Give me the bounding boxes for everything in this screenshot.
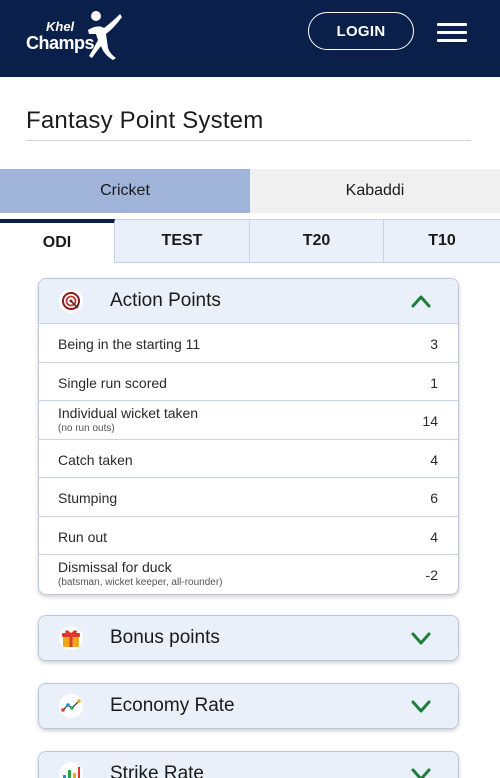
- row-value: 4: [430, 451, 438, 468]
- top-header: Khel Champs LOGIN: [0, 0, 500, 77]
- action-points-card: Action Points Being in the starting 11 3…: [38, 278, 459, 595]
- action-points-header[interactable]: Action Points: [39, 279, 458, 323]
- strike-rate-header[interactable]: Strike Rate: [39, 752, 458, 778]
- chevron-down-icon[interactable]: [411, 765, 431, 778]
- strike-rate-card[interactable]: Strike Rate: [38, 751, 459, 778]
- list-item: Being in the starting 11 3: [39, 324, 458, 363]
- row-value: 6: [430, 490, 438, 506]
- row-sublabel: (no run outs): [58, 423, 115, 434]
- trend-line-icon: [59, 694, 83, 718]
- row-value: 3: [430, 336, 438, 352]
- tab-cricket[interactable]: Cricket: [0, 169, 250, 213]
- row-label: Stumping: [58, 490, 118, 506]
- row-label: Run out: [58, 528, 108, 545]
- sport-tabs: Cricket Kabaddi: [0, 169, 500, 213]
- bonus-points-header[interactable]: Bonus points: [39, 616, 458, 660]
- format-tabs: ODI TEST T20 T10: [0, 219, 500, 263]
- row-label: Individual wicket taken: [58, 405, 199, 421]
- row-value: 1: [430, 374, 438, 391]
- list-item: Single run scored 1: [39, 363, 458, 401]
- page-title: Fantasy Point System: [26, 107, 264, 134]
- tab-test[interactable]: TEST: [115, 219, 250, 263]
- bar-chart-icon: [59, 762, 83, 778]
- tab-odi[interactable]: ODI: [0, 219, 115, 263]
- tab-kabaddi[interactable]: Kabaddi: [250, 169, 500, 213]
- list-item: Individual wicket taken (no run outs) 14: [39, 401, 458, 440]
- row-value: 4: [430, 528, 438, 545]
- action-points-list: Being in the starting 11 3 Single run sc…: [39, 323, 458, 594]
- row-label: Being in the starting 11: [58, 336, 201, 352]
- list-item: Dismissal for duck (batsman, wicket keep…: [39, 555, 458, 594]
- tab-t20[interactable]: T20: [250, 219, 384, 263]
- row-label: Dismissal for duck: [58, 559, 172, 575]
- row-label: Single run scored: [58, 374, 167, 391]
- list-item: Catch taken 4: [39, 440, 458, 478]
- economy-rate-card[interactable]: Economy Rate: [38, 683, 459, 729]
- chevron-down-icon[interactable]: [411, 697, 431, 715]
- logo-figure-icon: [88, 11, 122, 60]
- economy-rate-title: Economy Rate: [110, 695, 235, 716]
- list-item: Run out 4: [39, 517, 458, 555]
- logo-text-top: Khel: [46, 19, 75, 34]
- row-value: 14: [422, 413, 438, 429]
- list-item: Stumping 6: [39, 478, 458, 517]
- khelchamps-logo[interactable]: Khel Champs: [26, 8, 126, 64]
- row-sublabel: (batsman, wicket keeper, all-rounder): [58, 577, 223, 588]
- chevron-up-icon[interactable]: [411, 292, 431, 310]
- row-label: Catch taken: [58, 451, 133, 468]
- strike-rate-title: Strike Rate: [110, 763, 204, 778]
- bonus-points-title: Bonus points: [110, 627, 220, 648]
- hamburger-menu-icon[interactable]: [437, 23, 467, 43]
- tab-t10[interactable]: T10: [384, 219, 500, 263]
- row-value: -2: [425, 567, 438, 583]
- login-button[interactable]: LOGIN: [308, 12, 414, 50]
- gift-icon: [59, 626, 83, 650]
- action-points-title: Action Points: [110, 290, 221, 311]
- target-icon: [59, 289, 83, 313]
- chevron-down-icon[interactable]: [411, 629, 431, 647]
- economy-rate-header[interactable]: Economy Rate: [39, 684, 458, 728]
- title-divider: [26, 140, 471, 141]
- bonus-points-card[interactable]: Bonus points: [38, 615, 459, 661]
